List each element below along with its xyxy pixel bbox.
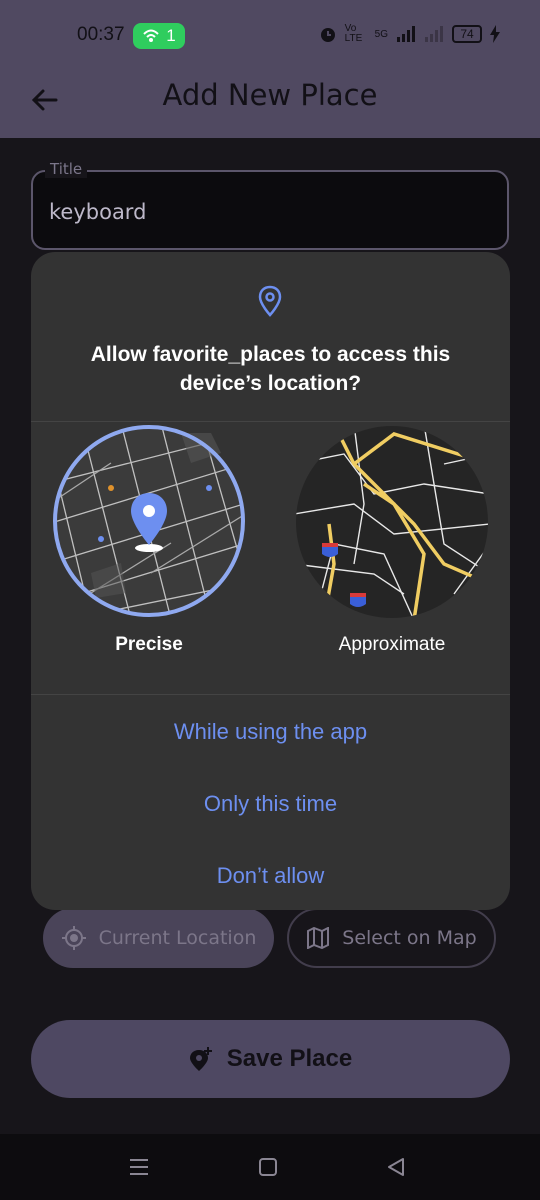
battery-indicator: 74 bbox=[452, 25, 482, 43]
add-location-icon bbox=[189, 1047, 212, 1071]
signal-icon-secondary bbox=[425, 26, 443, 42]
menu-nav-icon[interactable] bbox=[128, 1156, 150, 1178]
save-place-button[interactable]: Save Place bbox=[31, 1020, 510, 1098]
while-using-app-button[interactable]: While using the app bbox=[31, 719, 510, 745]
highway-sign-icon bbox=[322, 543, 338, 557]
current-location-label: Current Location bbox=[98, 927, 257, 949]
status-icons: Vo LTE 5G 74 bbox=[319, 24, 500, 44]
status-time: 00:37 bbox=[77, 24, 125, 45]
charging-icon bbox=[490, 25, 500, 43]
title-field-value: keyboard bbox=[49, 200, 147, 224]
dont-allow-button[interactable]: Don’t allow bbox=[31, 863, 510, 889]
poi-dot bbox=[206, 485, 212, 491]
alarm-icon bbox=[320, 28, 335, 42]
only-this-time-button[interactable]: Only this time bbox=[31, 791, 510, 817]
network-label: Vo LTE bbox=[344, 23, 363, 44]
current-location-button[interactable]: Current Location bbox=[43, 908, 274, 968]
precise-map-option[interactable] bbox=[51, 423, 247, 619]
dialog-title: Allow favorite_places to access this dev… bbox=[90, 343, 451, 395]
back-nav-icon[interactable] bbox=[385, 1156, 407, 1178]
approximate-map-option[interactable] bbox=[294, 424, 490, 620]
home-nav-icon[interactable] bbox=[257, 1156, 279, 1178]
poi-dot bbox=[98, 536, 104, 542]
crosshair-icon bbox=[61, 926, 86, 950]
highway-sign-icon bbox=[350, 593, 366, 607]
signal-icon bbox=[397, 26, 415, 42]
app-bar: Add New Place bbox=[0, 64, 540, 138]
location-pin-icon bbox=[258, 285, 282, 317]
divider bbox=[31, 421, 510, 422]
poi-dot bbox=[108, 485, 114, 491]
location-permission-dialog: Allow favorite_places to access this dev… bbox=[31, 252, 510, 910]
status-bar: 00:37 1 Vo LTE 5G 74 bbox=[0, 0, 540, 64]
map-icon bbox=[307, 927, 330, 949]
divider bbox=[31, 694, 510, 695]
hotspot-badge: 1 bbox=[133, 23, 185, 49]
title-field[interactable]: Title keyboard bbox=[31, 160, 509, 250]
page-title: Add New Place bbox=[162, 78, 378, 112]
precise-label: Precise bbox=[115, 634, 183, 655]
title-field-label: Title bbox=[45, 160, 88, 178]
hotspot-count: 1 bbox=[166, 26, 176, 45]
hotspot-icon bbox=[143, 29, 159, 42]
system-nav-bar bbox=[0, 1134, 540, 1200]
save-place-label: Save Place bbox=[226, 1045, 353, 1072]
approximate-label: Approximate bbox=[338, 634, 446, 655]
select-on-map-button[interactable]: Select on Map bbox=[287, 908, 496, 968]
signal-label: 5G bbox=[374, 28, 388, 40]
select-on-map-label: Select on Map bbox=[342, 927, 477, 949]
